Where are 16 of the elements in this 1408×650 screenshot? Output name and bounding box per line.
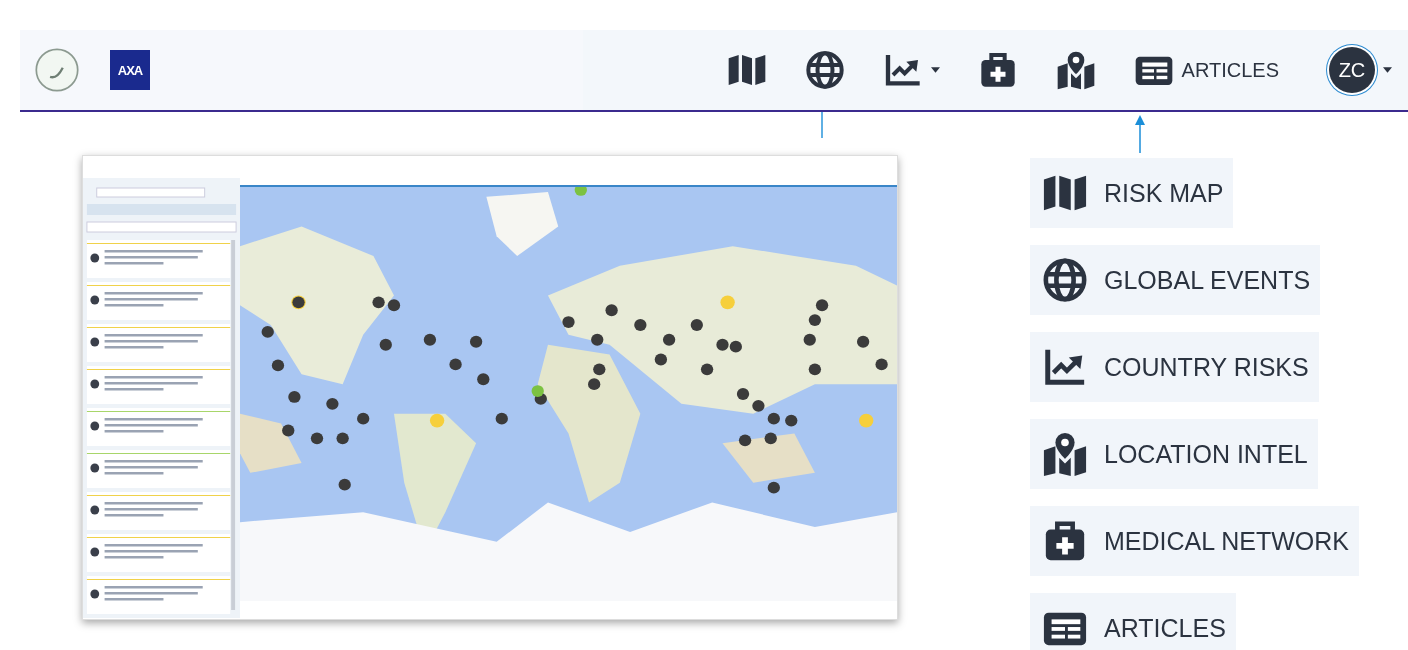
brand-logo[interactable]: AXA bbox=[110, 50, 150, 90]
pointer-arrow bbox=[1134, 114, 1146, 154]
caret-icon bbox=[1383, 67, 1392, 73]
user-avatar: ZC bbox=[1329, 47, 1375, 93]
menu-item[interactable]: ARTICLES bbox=[1030, 593, 1236, 650]
menu-item[interactable]: COUNTRY RISKS bbox=[1030, 332, 1319, 402]
nav-button[interactable]: ARTICLES bbox=[1125, 46, 1287, 94]
menu-item[interactable]: LOCATION INTEL bbox=[1030, 419, 1318, 489]
menu-item[interactable]: RISK MAP bbox=[1030, 158, 1234, 228]
menu-item[interactable]: GLOBAL EVENTS bbox=[1030, 245, 1321, 315]
globe-icon bbox=[804, 50, 845, 90]
menu-item[interactable]: MEDICAL NETWORK bbox=[1030, 506, 1359, 576]
caret-icon bbox=[930, 67, 940, 73]
user-menu[interactable]: ZC bbox=[1321, 43, 1400, 97]
map-pin-icon bbox=[1055, 50, 1096, 90]
phone-logo-icon bbox=[34, 47, 80, 93]
